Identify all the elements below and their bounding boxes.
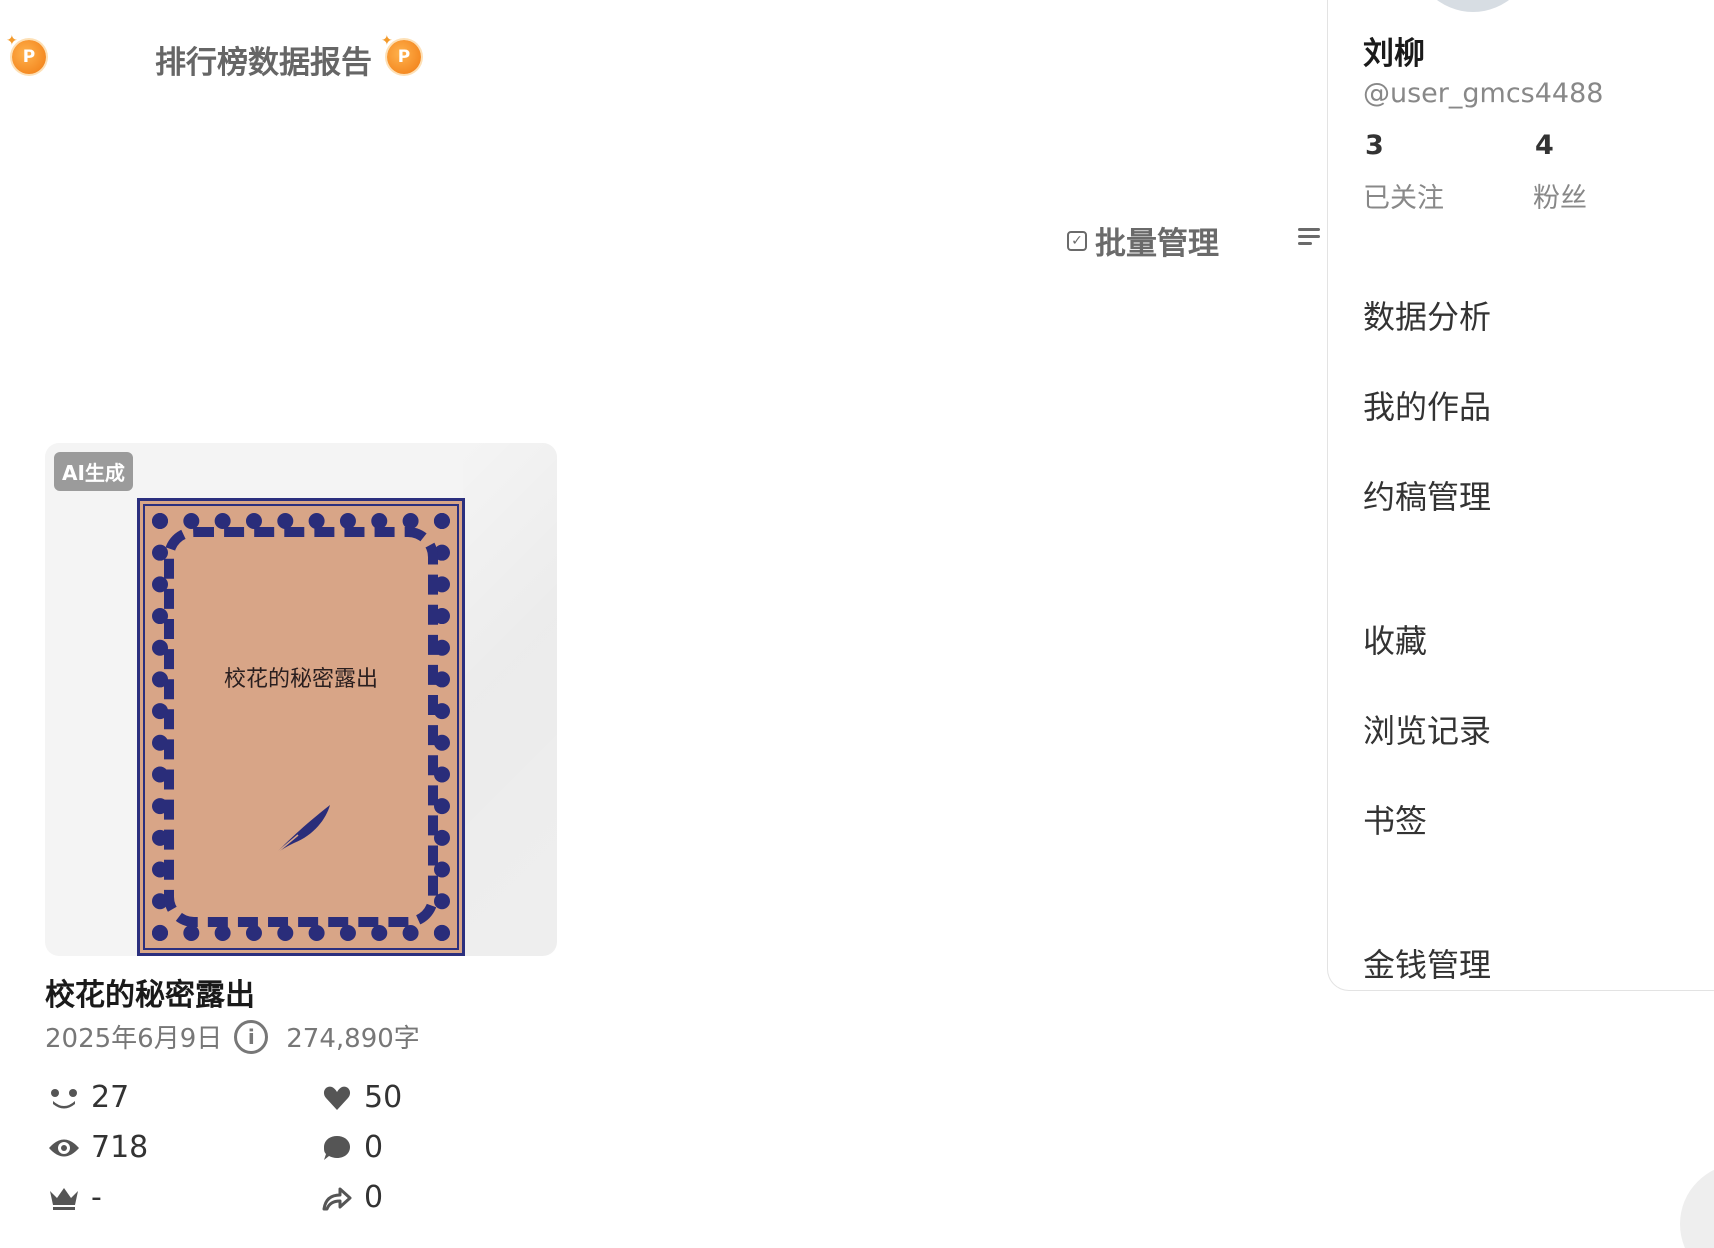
menu-my-works[interactable]: 我的作品 (1363, 382, 1491, 428)
ai-generated-badge: AI生成 (54, 452, 133, 491)
comment-icon (320, 1134, 354, 1162)
menu-bookmarks[interactable]: 书签 (1363, 796, 1427, 842)
coin-icon[interactable]: ✦ P (6, 33, 46, 74)
menu-commission[interactable]: 约稿管理 (1363, 472, 1491, 518)
work-date: 2025年6月9日 (45, 1024, 223, 1054)
views-count: 718 (91, 1130, 149, 1165)
page: ✦ P 排行榜数据报告 ✦ P ✓ 批量管理 AI生成 校花的秘密露出 校花的秘… (0, 0, 1714, 1248)
shares-count: 0 (364, 1180, 384, 1215)
rank-stat: - (47, 1180, 102, 1215)
ranking-report-link[interactable]: 排行榜数据报告 (155, 37, 372, 82)
coin-icon[interactable]: ✦ P (381, 33, 421, 74)
book-cover-image[interactable]: 校花的秘密露出 (137, 498, 465, 956)
work-meta: 2025年6月9日 i 274,890字 (45, 1018, 420, 1055)
word-count: 274,890字 (286, 1024, 420, 1054)
sparkle-icon: ✦ (6, 33, 18, 49)
comments-stat: 0 (320, 1130, 383, 1165)
sort-icon[interactable] (1298, 228, 1320, 249)
ornament-border-inner (164, 527, 438, 927)
feather-quill-icon (273, 805, 330, 856)
menu-history[interactable]: 浏览记录 (1363, 706, 1491, 752)
likes-stat: 50 (320, 1080, 402, 1115)
rank-value: - (91, 1180, 102, 1215)
eye-icon (47, 1137, 81, 1159)
user-name: 刘柳 (1363, 36, 1425, 72)
batch-manage-button[interactable]: ✓ 批量管理 (1067, 218, 1219, 263)
comments-count: 0 (364, 1130, 384, 1165)
sparkle-icon: ✦ (381, 33, 393, 49)
user-handle: @user_gmcs4488 (1363, 78, 1604, 109)
cover-shadow (463, 443, 557, 956)
crown-icon (47, 1185, 81, 1211)
cover-title: 校花的秘密露出 (223, 667, 378, 692)
following-count[interactable]: 3 (1365, 130, 1384, 161)
views-stat: 718 (47, 1130, 148, 1165)
menu-data-analysis[interactable]: 数据分析 (1363, 292, 1491, 338)
followers-stat: 27 (47, 1080, 129, 1115)
menu-money[interactable]: 金钱管理 (1363, 940, 1491, 986)
followers-count: 27 (91, 1080, 130, 1115)
coin-letter: P (22, 47, 36, 67)
info-icon[interactable]: i (234, 1019, 269, 1054)
shares-stat: 0 (320, 1180, 383, 1215)
share-arrow-icon (320, 1185, 354, 1211)
floating-action-button[interactable] (1680, 1164, 1714, 1248)
checkbox-icon: ✓ (1067, 230, 1087, 251)
menu-favorites[interactable]: 收藏 (1363, 616, 1427, 662)
fans-label[interactable]: 粉丝 (1533, 176, 1587, 215)
batch-manage-label: 批量管理 (1095, 226, 1219, 262)
coin-letter: P (397, 47, 411, 67)
following-label[interactable]: 已关注 (1363, 176, 1444, 215)
fans-count[interactable]: 4 (1535, 130, 1554, 161)
heart-icon (320, 1085, 354, 1111)
likes-count: 50 (364, 1080, 403, 1115)
work-title[interactable]: 校花的秘密露出 (45, 970, 255, 1014)
users-icon (47, 1085, 81, 1111)
